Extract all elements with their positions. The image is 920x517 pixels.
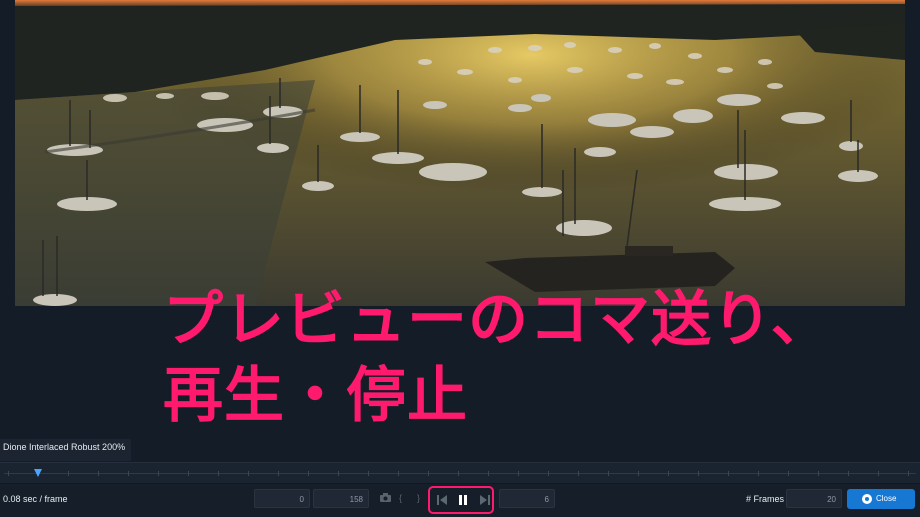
timeline-tick: [908, 471, 909, 476]
timeline-tick: [8, 471, 9, 476]
timeline-tick: [248, 471, 249, 476]
frames-label: # Frames: [746, 494, 785, 504]
timeline-tick: [368, 471, 369, 476]
frames-count-field[interactable]: 20: [786, 489, 842, 508]
marina-scene: [15, 0, 905, 306]
current-frame-field[interactable]: 6: [499, 489, 555, 508]
timeline-tick: [278, 471, 279, 476]
pause-icon[interactable]: [458, 493, 468, 505]
timeline-tick: [608, 471, 609, 476]
bracket-left-icon[interactable]: {: [399, 493, 402, 503]
start-frame-field[interactable]: 0: [254, 489, 310, 508]
timeline-tick: [638, 471, 639, 476]
playhead-handle[interactable]: [34, 469, 42, 477]
timeline-tick: [398, 471, 399, 476]
timeline-tick: [338, 471, 339, 476]
end-frame-field[interactable]: 158: [313, 489, 369, 508]
timeline-track: [4, 473, 916, 474]
preview-image: [15, 0, 905, 306]
timeline-tick: [98, 471, 99, 476]
timeline-tick: [698, 471, 699, 476]
timeline-tick: [128, 471, 129, 476]
close-icon: [862, 494, 872, 504]
overlay-caption: プレビューのコマ送り、 再生・停止: [163, 282, 863, 434]
timeline-tick: [68, 471, 69, 476]
step-back-icon[interactable]: [437, 493, 447, 505]
camera-icon[interactable]: [380, 493, 391, 504]
step-forward-icon[interactable]: [480, 493, 490, 505]
timeline-tick: [848, 471, 849, 476]
frame-duration-label: 0.08 sec / frame: [3, 494, 68, 504]
timeline-tick: [818, 471, 819, 476]
timeline-tick: [458, 471, 459, 476]
timeline-tick: [758, 471, 759, 476]
timeline-tick: [578, 471, 579, 476]
timeline-tick: [218, 471, 219, 476]
caption-line-1: プレビューのコマ送り、: [163, 285, 832, 355]
timeline-scrubber[interactable]: [0, 462, 920, 485]
close-button-label: Close: [876, 494, 897, 503]
bracket-right-icon[interactable]: }: [417, 493, 420, 503]
timeline-tick: [488, 471, 489, 476]
timeline-tick: [158, 471, 159, 476]
timeline-tick: [428, 471, 429, 476]
timeline-tick: [548, 471, 549, 476]
timeline-tick: [878, 471, 879, 476]
close-button[interactable]: Close: [847, 489, 915, 509]
timeline-tick: [788, 471, 789, 476]
caption-line-2: 再生・停止: [163, 361, 468, 431]
timeline-tick: [518, 471, 519, 476]
timeline-tick: [308, 471, 309, 476]
timeline-tick: [188, 471, 189, 476]
timeline-tick: [668, 471, 669, 476]
preset-label: Dione Interlaced Robust 200%: [0, 439, 132, 461]
preview-toolbar: 0.08 sec / frame 0 158 { } 6 # Frames 20…: [0, 484, 920, 517]
timeline-tick: [728, 471, 729, 476]
